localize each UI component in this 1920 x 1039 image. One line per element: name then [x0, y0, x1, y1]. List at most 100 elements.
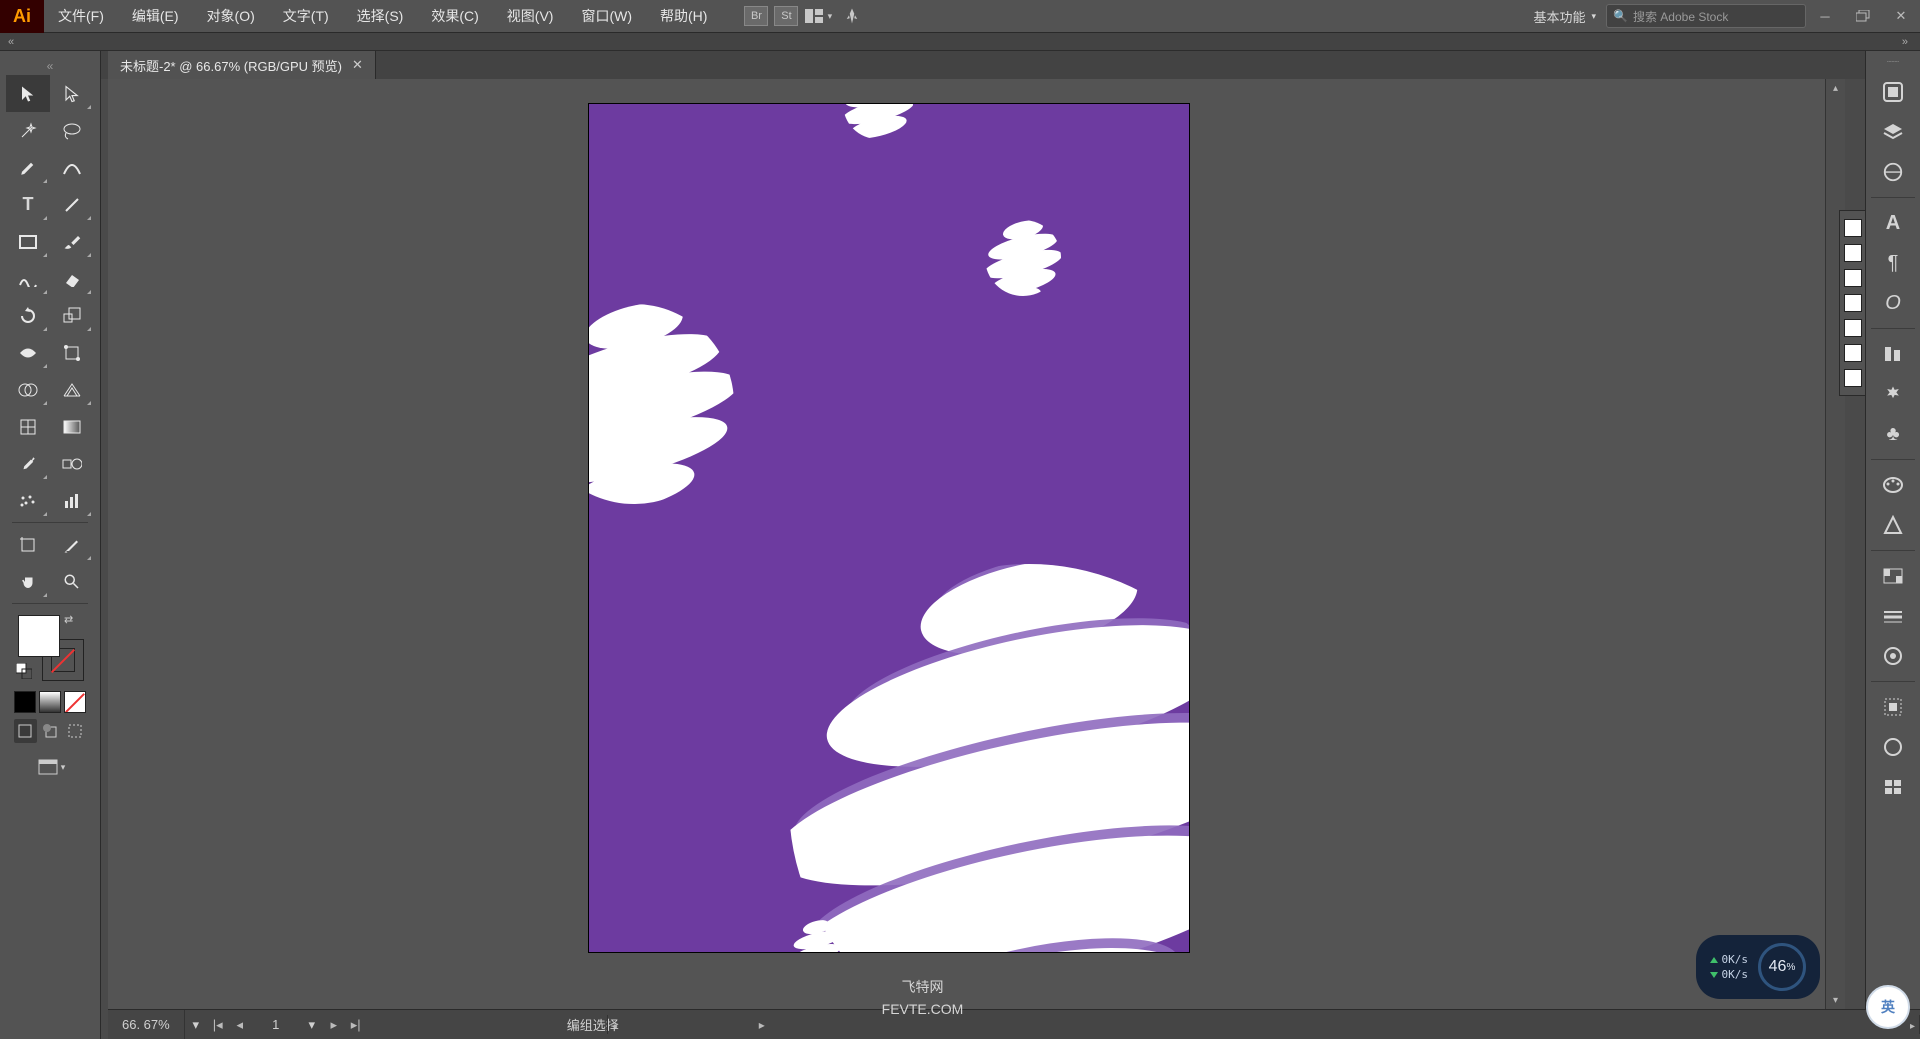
menu-view[interactable]: 视图(V) — [493, 0, 568, 33]
swatch-2[interactable] — [1844, 244, 1862, 262]
artboard-tool[interactable] — [6, 526, 50, 563]
shaper-tool[interactable] — [6, 260, 50, 297]
bridge-icon[interactable]: Br — [744, 6, 768, 26]
network-speed-widget[interactable]: 0K/s 0K/s 46% — [1696, 935, 1821, 999]
draw-normal-icon[interactable] — [14, 719, 37, 743]
zoom-dropdown-icon[interactable]: ▾ — [185, 1017, 207, 1033]
menu-type[interactable]: 文字(T) — [269, 0, 343, 33]
first-artboard-icon[interactable]: |◂ — [207, 1010, 229, 1039]
scroll-up-icon[interactable]: ▴ — [1826, 79, 1845, 97]
artwork-sphere-left[interactable] — [589, 304, 734, 504]
artboard-dropdown-icon[interactable]: ▾ — [301, 1017, 323, 1033]
last-artboard-icon[interactable]: ▸| — [345, 1010, 367, 1039]
gradient-panel-icon[interactable] — [1873, 637, 1913, 675]
appearance-panel-icon[interactable] — [1873, 688, 1913, 726]
expand-control-left-icon[interactable]: « — [8, 36, 14, 48]
ime-indicator[interactable]: 英 — [1866, 985, 1910, 1029]
symbols-panel-icon[interactable]: ♣ — [1873, 415, 1913, 453]
swatch-5[interactable] — [1844, 319, 1862, 337]
artboard[interactable] — [589, 104, 1189, 952]
color-guide-panel-icon[interactable] — [1873, 506, 1913, 544]
menu-edit[interactable]: 编辑(E) — [118, 0, 193, 33]
column-graph-tool[interactable] — [50, 482, 94, 519]
fill-swatch[interactable] — [18, 615, 60, 657]
fill-stroke-control[interactable]: ⇄ — [6, 611, 94, 689]
workspace-switcher[interactable]: 基本功能 ▾ — [1523, 4, 1606, 29]
arrange-docs-icon[interactable]: ▾ — [804, 4, 832, 28]
shape-builder-tool[interactable] — [6, 371, 50, 408]
magic-wand-tool[interactable] — [6, 112, 50, 149]
width-tool[interactable] — [6, 334, 50, 371]
asset-export-panel-icon[interactable] — [1873, 768, 1913, 806]
color-panel-icon[interactable] — [1873, 466, 1913, 504]
libraries-panel-icon[interactable] — [1873, 153, 1913, 191]
draw-behind-icon[interactable] — [39, 719, 62, 743]
blend-tool[interactable] — [50, 445, 94, 482]
window-close-icon[interactable]: ✕ — [1886, 6, 1916, 26]
pen-tool[interactable] — [6, 149, 50, 186]
menu-select[interactable]: 选择(S) — [343, 0, 418, 33]
app-logo[interactable]: Ai — [0, 0, 44, 33]
scale-tool[interactable] — [50, 297, 94, 334]
paragraph-panel-icon[interactable]: ¶ — [1873, 244, 1913, 282]
gradient-tool[interactable] — [50, 408, 94, 445]
prev-artboard-icon[interactable]: ◂ — [229, 1010, 251, 1039]
expand-panels-right-icon[interactable]: » — [1902, 36, 1908, 48]
slice-tool[interactable] — [50, 526, 94, 563]
artwork-sphere-large[interactable] — [789, 564, 1189, 952]
menu-effect[interactable]: 效果(C) — [417, 0, 492, 33]
stroke-panel-icon[interactable] — [1873, 597, 1913, 635]
screen-mode[interactable]: ▾ — [6, 747, 94, 781]
selection-tool[interactable] — [6, 75, 50, 112]
curvature-tool[interactable] — [50, 149, 94, 186]
properties-panel-icon[interactable] — [1873, 73, 1913, 111]
zoom-level[interactable]: 66. 67% — [108, 1010, 185, 1039]
tools-collapse-icon[interactable]: « — [0, 59, 100, 75]
menu-help[interactable]: 帮助(H) — [646, 0, 721, 33]
document-tab[interactable]: 未标题-2* @ 66.67% (RGB/GPU 预览) ✕ — [108, 51, 376, 79]
default-fill-stroke-icon[interactable] — [16, 663, 32, 679]
eraser-tool[interactable] — [50, 260, 94, 297]
color-mode-solid[interactable] — [14, 691, 36, 713]
artboard-number[interactable]: 1 — [251, 1017, 301, 1032]
lasso-tool[interactable] — [50, 112, 94, 149]
mesh-tool[interactable] — [6, 408, 50, 445]
free-transform-tool[interactable] — [50, 334, 94, 371]
eyedropper-tool[interactable] — [6, 445, 50, 482]
direct-selection-tool[interactable] — [50, 75, 94, 112]
align-panel-icon[interactable] — [1873, 335, 1913, 373]
window-restore-icon[interactable] — [1848, 6, 1878, 26]
rectangle-tool[interactable] — [6, 223, 50, 260]
paintbrush-tool[interactable] — [50, 223, 94, 260]
artwork-sphere-top[interactable] — [843, 104, 913, 139]
hand-tool[interactable] — [6, 563, 50, 600]
graphic-styles-panel-icon[interactable] — [1873, 728, 1913, 766]
swatch-4[interactable] — [1844, 294, 1862, 312]
color-mode-gradient[interactable] — [39, 691, 61, 713]
transparency-panel-icon[interactable] — [1873, 557, 1913, 595]
character-panel-icon[interactable]: A — [1873, 204, 1913, 242]
zoom-tool[interactable] — [50, 563, 94, 600]
symbol-sprayer-tool[interactable] — [6, 482, 50, 519]
artwork-sphere-small[interactable] — [985, 220, 1061, 296]
swatch-3[interactable] — [1844, 269, 1862, 287]
gpu-rocket-icon[interactable] — [838, 4, 866, 28]
menu-file[interactable]: 文件(F) — [44, 0, 118, 33]
next-artboard-icon[interactable]: ▸ — [323, 1010, 345, 1039]
close-tab-icon[interactable]: ✕ — [352, 57, 363, 73]
opentype-panel-icon[interactable]: O — [1873, 284, 1913, 322]
swatch-6[interactable] — [1844, 344, 1862, 362]
stock-icon[interactable]: St — [774, 6, 798, 26]
scroll-down-icon[interactable]: ▾ — [1826, 991, 1845, 1009]
swap-fill-stroke-icon[interactable]: ⇄ — [64, 613, 73, 626]
menu-window[interactable]: 窗口(W) — [567, 0, 646, 33]
canvas[interactable] — [108, 79, 1825, 1009]
type-tool[interactable]: T — [6, 186, 50, 223]
artwork-sphere-tiny[interactable] — [793, 919, 841, 952]
color-mode-none[interactable] — [64, 691, 86, 713]
line-tool[interactable] — [50, 186, 94, 223]
draw-inside-icon[interactable] — [63, 719, 86, 743]
swatch-7[interactable] — [1844, 369, 1862, 387]
perspective-grid-tool[interactable] — [50, 371, 94, 408]
menu-object[interactable]: 对象(O) — [193, 0, 269, 33]
